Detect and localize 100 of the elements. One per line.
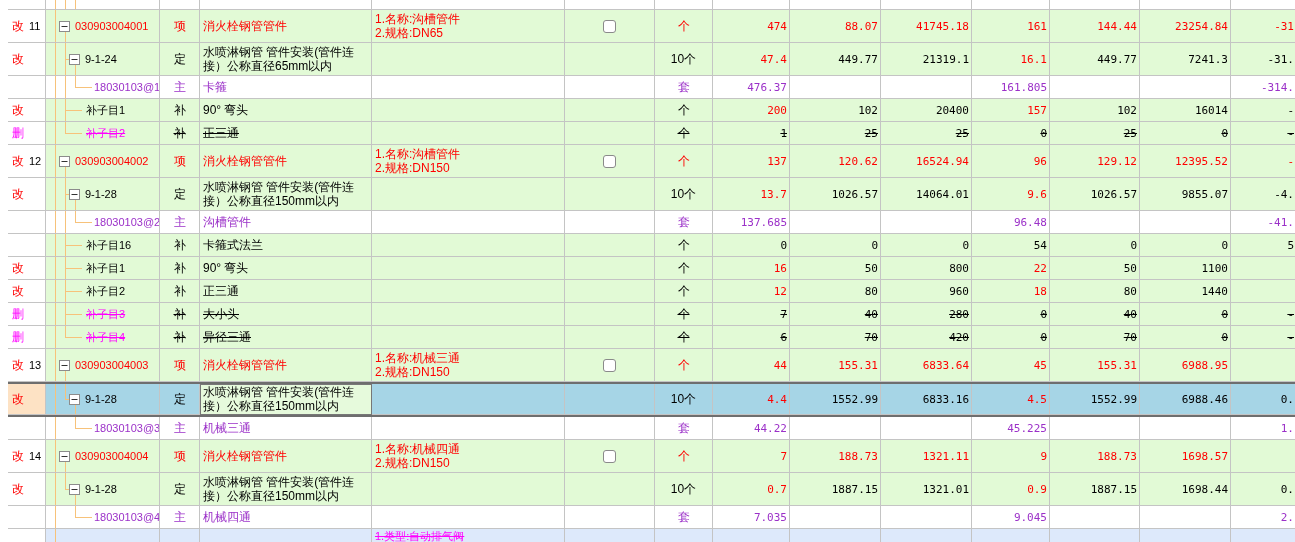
table-row[interactable]: 删 补子目2 补 正三通 个 1 25 25 0 25 0 - (8, 122, 1295, 145)
table-cell: 137 (767, 154, 787, 168)
table-cell: 1100 (1201, 261, 1228, 275)
table-cell: 449.77 (838, 52, 878, 66)
type-cell: 补 (173, 101, 186, 119)
table-cell: 1 (780, 126, 787, 140)
name-cell: 正三通 (203, 126, 239, 140)
name-cell: 90° 弯头 (203, 103, 249, 117)
collapse-icon[interactable] (59, 450, 70, 462)
table-row[interactable]: 改 9-1-28 定 水喷淋钢管 管件安装(管件连接）公称直径150mm以内 10个 4.4 1552.99 6833.16 4.5 1552.99 6988.46 0. (8, 382, 1295, 417)
table-cell: 5 (1287, 238, 1294, 252)
table-cell: 7 (780, 307, 787, 321)
table-cell: 155.31 (838, 358, 878, 372)
unit-cell: 个 (677, 328, 690, 346)
collapse-icon[interactable] (59, 155, 70, 167)
spec-line: 1.名称:机械三通 (375, 351, 461, 365)
table-cell: 420 (949, 330, 969, 344)
table-cell: 41745.18 (916, 19, 969, 33)
name-cell: 异径三通 (203, 330, 251, 344)
table-cell: 0 (780, 238, 787, 252)
checkbox[interactable] (603, 154, 616, 168)
row-number: 13 (29, 359, 42, 371)
table-cell: 96 (1033, 154, 1047, 168)
unit-cell: 个 (677, 152, 690, 170)
status-label: 删 (12, 328, 24, 346)
table-cell: 18 (1033, 284, 1047, 298)
unit-cell: 个 (677, 259, 690, 277)
table-cell: 1321.01 (922, 482, 969, 496)
table-cell: 0 (871, 238, 878, 252)
table-cell: 9 (1040, 449, 1047, 463)
table-cell: 12 (773, 284, 787, 298)
type-cell: 主 (173, 213, 186, 231)
checkbox[interactable] (603, 19, 616, 33)
table-row[interactable]: 补子目16 补 卡箍式法兰 个 0 0 0 54 0 0 5 (8, 234, 1295, 257)
table-cell: 0.7 (767, 482, 787, 496)
type-cell: 定 (173, 185, 186, 203)
item-code: 补子目16 (86, 237, 132, 253)
table-cell: 16.1 (1020, 52, 1047, 66)
table-cell: 47.4 (760, 52, 787, 66)
unit-cell: 10个 (670, 185, 697, 203)
table-cell: 476.37 (747, 80, 787, 94)
unit-cell: 套 (677, 419, 690, 437)
item-code: 9-1-28 (85, 393, 117, 405)
table-cell: 144.44 (1097, 19, 1137, 33)
table-cell: 21319.1 (922, 52, 969, 66)
type-cell: 项 (173, 356, 186, 374)
table-row[interactable]: 18030103@4 主 机械四通 套 7.035 9.045 2. (8, 506, 1295, 529)
checkbox[interactable] (603, 358, 616, 372)
name-cell-text: 水喷淋钢管 管件安装(管件连接）公称直径150mm以内 (203, 180, 356, 208)
table-row[interactable]: 改 13 030903004003 项 消火栓钢管管件 1.名称:机械三通 2.规格:DN150 个 44 155.31 6833.64 45 155.31 6988.95 (8, 349, 1295, 382)
table-cell: 1026.57 (1090, 187, 1137, 201)
table-row[interactable]: 18030103@3 主 机械三通 套 44.22 45.225 1. (8, 417, 1295, 440)
collapse-icon[interactable] (69, 483, 80, 495)
collapse-icon[interactable] (69, 393, 80, 405)
table-cell: 50 (864, 261, 878, 275)
unit-cell: 10个 (670, 480, 697, 498)
unit-cell: 套 (677, 78, 690, 96)
type-cell: 定 (173, 50, 186, 68)
table-row[interactable]: 改 补子目1 补 90° 弯头 个 16 50 800 22 50 1100 (8, 257, 1295, 280)
table-row[interactable]: 改 补子目2 补 正三通 个 12 80 960 18 80 1440 (8, 280, 1295, 303)
table-cell: 6 (780, 330, 787, 344)
collapse-icon[interactable] (69, 53, 80, 65)
table-row[interactable]: 改 12 030903004002 项 消火栓钢管管件 1.名称:沟槽管件 2.规格:DN150 个 137 120.62 16524.94 96 129.12 12395.52 - (8, 145, 1295, 178)
table-row[interactable]: 改 9-1-28 定 水喷淋钢管 管件安装(管件连接）公称直径150mm以内 10个 0.7 1887.15 1321.01 0.9 1887.15 1698.44 0. (8, 473, 1295, 506)
table-row[interactable]: 改 9-1-24 定 水喷淋钢管 管件安装(管件连接）公称直径65mm以内 10个 47.4 449.77 21319.1 16.1 449.77 7241.3 -31. (8, 43, 1295, 76)
table-cell: 188.73 (838, 449, 878, 463)
table-row[interactable]: 18030103@1 主 卡箍 套 476.37 161.805 -314. (8, 76, 1295, 99)
collapse-icon[interactable] (69, 188, 80, 200)
collapse-icon[interactable] (59, 359, 70, 371)
table-cell: - (1287, 154, 1294, 168)
unit-cell: 个 (677, 101, 690, 119)
table-cell: 188.73 (1097, 449, 1137, 463)
table-cell: 16 (773, 261, 787, 275)
table-row[interactable]: 删 补子目4 补 异径三通 个 6 70 420 0 70 0 - (8, 326, 1295, 349)
unit-cell: 个 (677, 282, 690, 300)
table-cell: 129.12 (1097, 154, 1137, 168)
table-cell: 13.7 (760, 187, 787, 201)
unit-cell: 个 (677, 17, 690, 35)
status-label: 改 (12, 50, 24, 68)
table-cell: 1887.15 (1090, 482, 1137, 496)
table-cell: 23254.84 (1175, 19, 1228, 33)
table-row[interactable]: 改 补子目1 补 90° 弯头 个 200 102 20400 157 102 16014 - (8, 99, 1295, 122)
status-label: 改 (12, 259, 24, 277)
name-cell: 90° 弯头 (203, 261, 249, 275)
table-row[interactable]: 删 补子目3 补 大小头 个 7 40 280 0 40 0 - (8, 303, 1295, 326)
table-cell: 800 (949, 261, 969, 275)
table-row[interactable]: 改 14 030903004004 项 消火栓钢管管件 1.名称:机械四通 2.规格:DN150 个 7 188.73 1321.11 9 188.73 1698.57 (8, 440, 1295, 473)
table-cell: - (1287, 126, 1294, 140)
table-row[interactable]: 18030103@2 主 沟槽管件 套 137.685 96.48 -41. (8, 211, 1295, 234)
table-row[interactable]: 改 9-1-28 定 水喷淋钢管 管件安装(管件连接）公称直径150mm以内 10个 13.7 1026.57 14064.01 9.6 1026.57 9855.07 -4. (8, 178, 1295, 211)
status-label: 删 (12, 124, 24, 142)
table-cell: 40 (1123, 307, 1137, 321)
spec-line: 2.规格:DN150 (375, 161, 450, 175)
checkbox[interactable] (603, 449, 616, 463)
table-cell: 0 (1221, 126, 1228, 140)
table-row[interactable]: 改 11 030903004001 项 消火栓钢管管件 1.名称:沟槽管件 2.规格:DN65 个 474 88.07 41745.18 161 144.44 23254.84 -31 (8, 10, 1295, 43)
collapse-icon[interactable] (59, 20, 70, 32)
spec-line: 1.类型:自动排气阀 (375, 529, 465, 542)
table-cell: 2. (1280, 510, 1294, 524)
table-cell: 960 (949, 284, 969, 298)
